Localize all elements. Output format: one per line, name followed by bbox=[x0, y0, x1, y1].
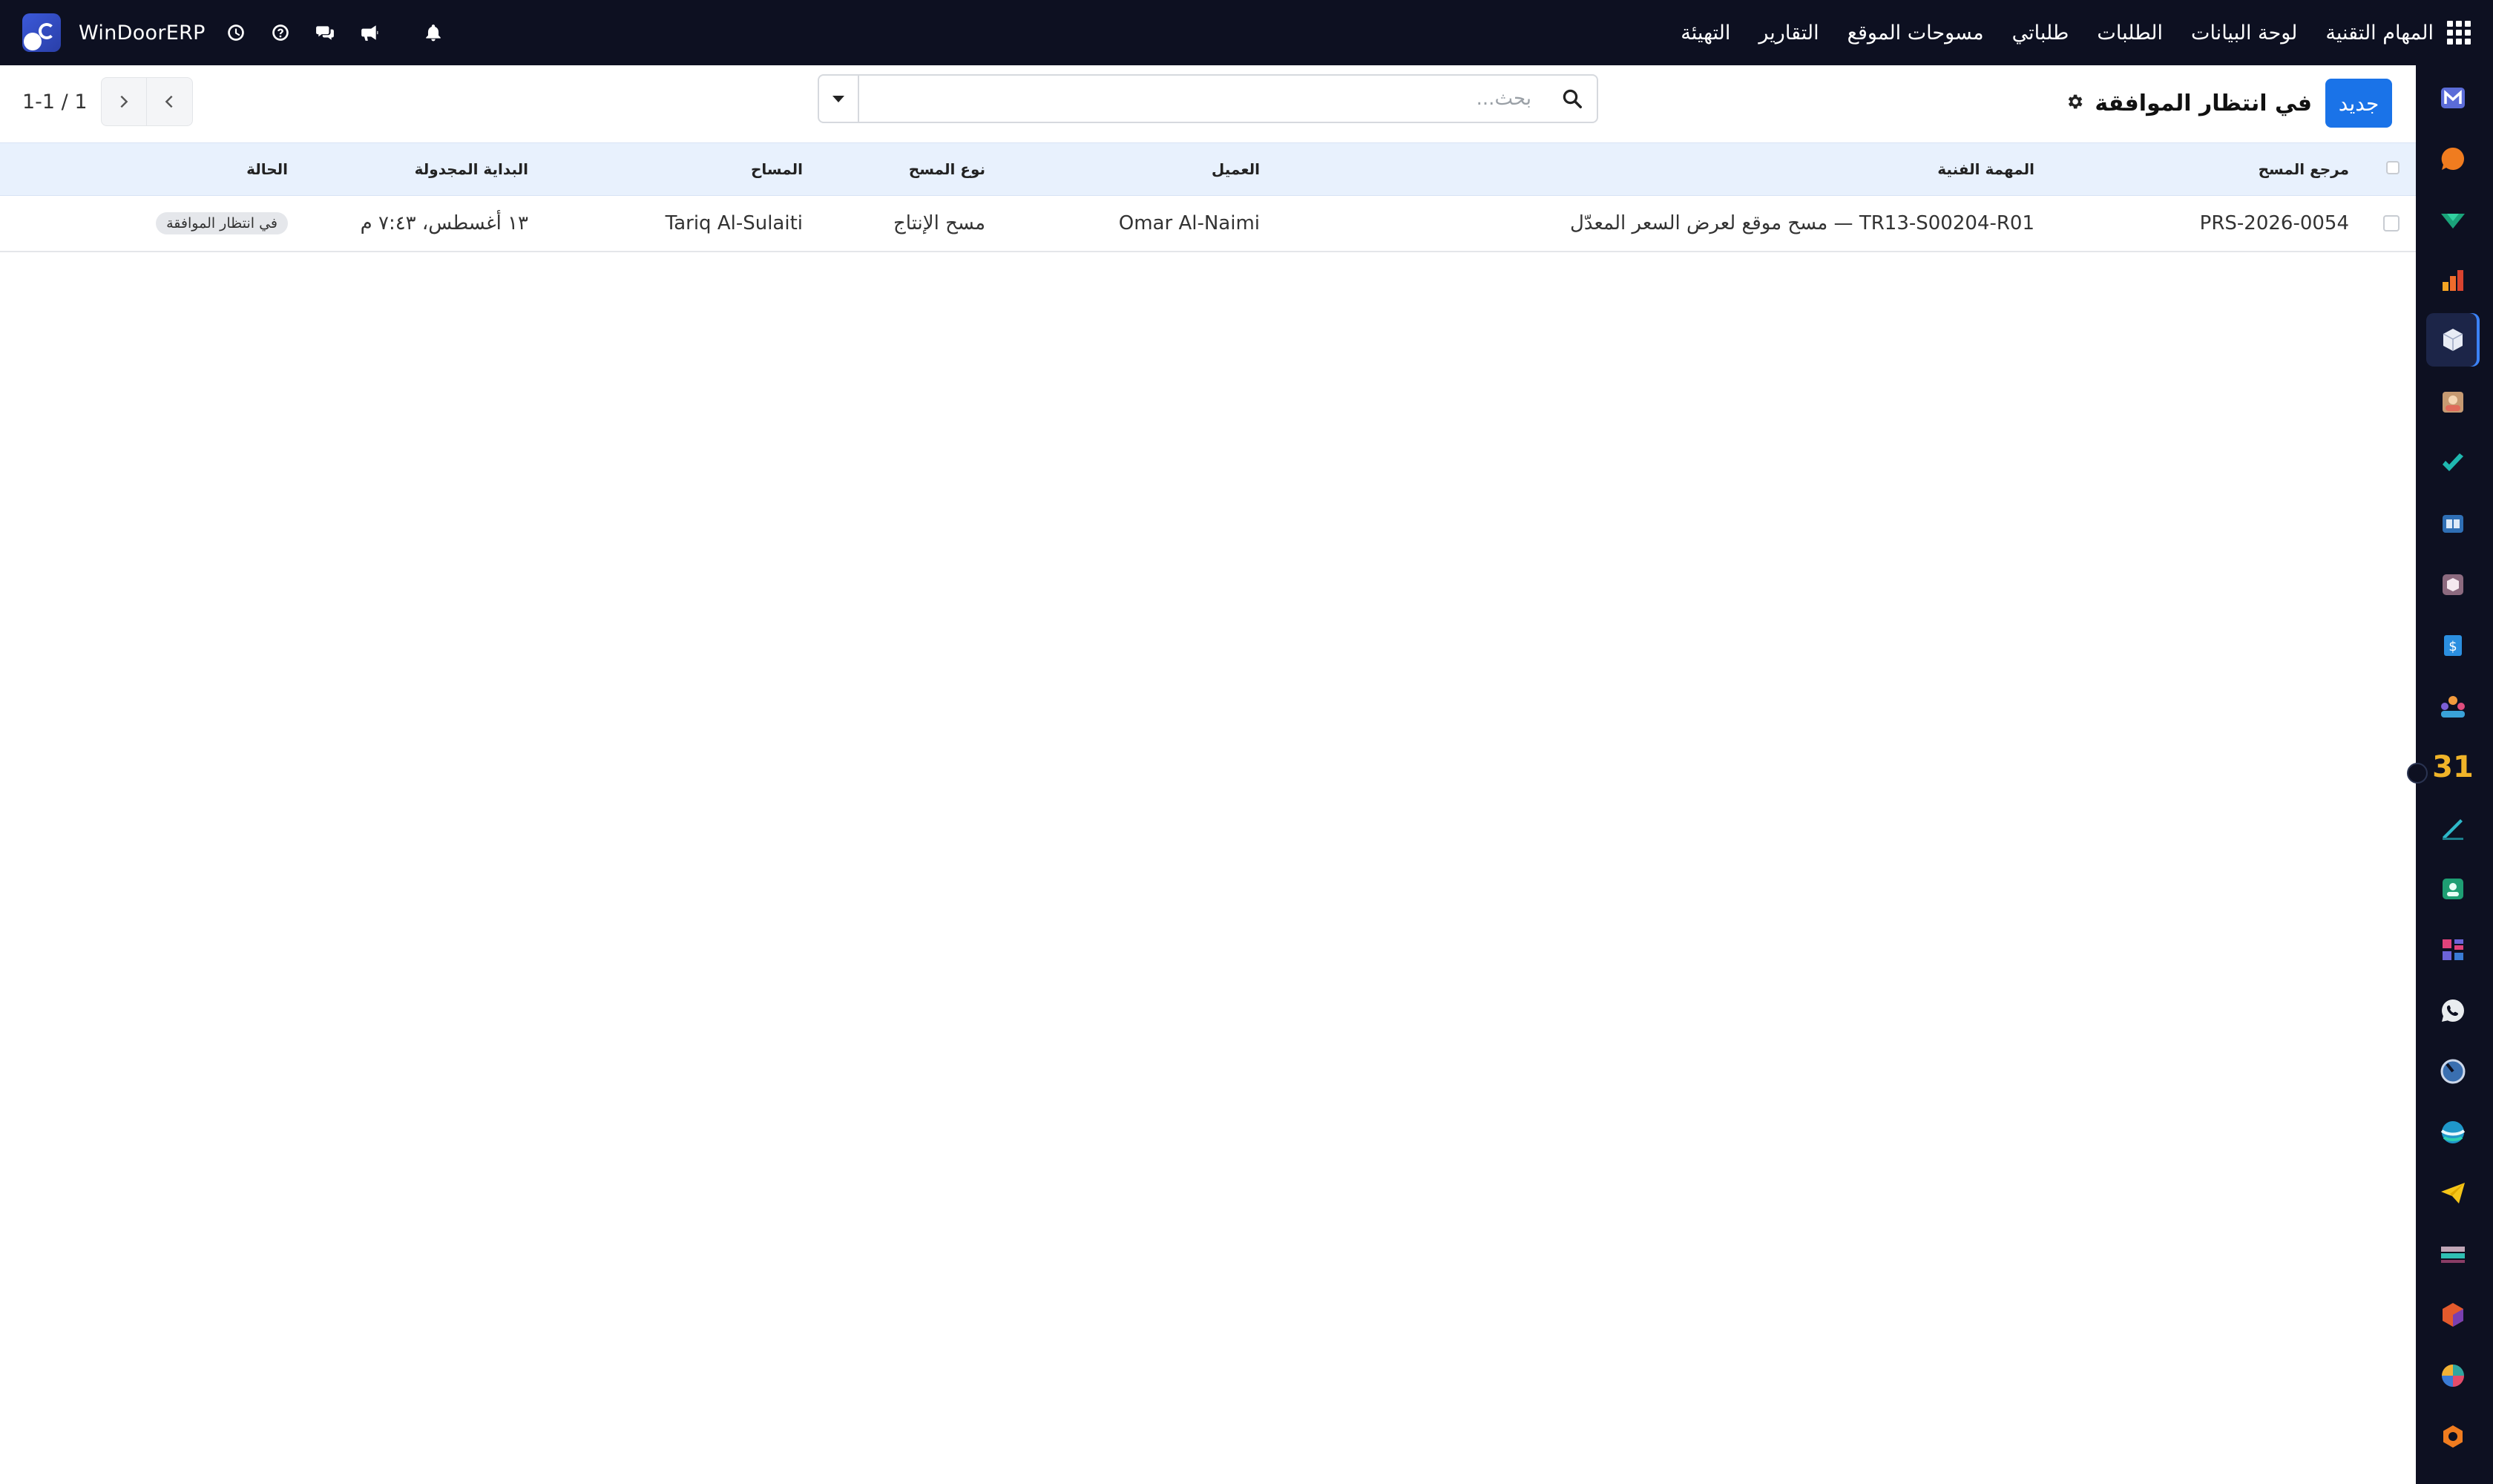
sidebar-collapse-handle[interactable] bbox=[2407, 763, 2428, 784]
navbar-left: WinDoorERP bbox=[22, 0, 444, 65]
app-sidebar: $ 31 bbox=[2407, 65, 2493, 1484]
caret-down-icon bbox=[832, 95, 844, 102]
menu-reports[interactable]: التقارير bbox=[1758, 22, 1819, 45]
column-header-customer[interactable]: العميل bbox=[1212, 143, 1260, 195]
column-header-status[interactable]: الحالة bbox=[246, 143, 288, 195]
pager-next-button[interactable] bbox=[100, 77, 147, 126]
cell-scheduled-start: ١٣ أغسطس، ٧:٤٣ م bbox=[360, 212, 528, 234]
chevron-left-icon bbox=[165, 95, 173, 108]
new-button[interactable]: جديد bbox=[2325, 79, 2392, 128]
menu-configuration[interactable]: التهيئة bbox=[1681, 22, 1730, 45]
search-icon[interactable] bbox=[1561, 88, 1583, 110]
contacts-app-icon[interactable] bbox=[2426, 375, 2480, 429]
dashboard-app-icon[interactable] bbox=[2426, 254, 2480, 307]
menu-orders[interactable]: الطلبات bbox=[2097, 22, 2163, 45]
logo-dot-shape bbox=[24, 33, 42, 50]
cell-survey-type: مسح الإنتاج bbox=[893, 212, 985, 234]
cell-status: في انتظار الموافقة bbox=[156, 196, 288, 251]
mail-app-icon[interactable] bbox=[2426, 71, 2480, 125]
todo-app-icon[interactable] bbox=[2426, 436, 2480, 490]
company-name[interactable]: WinDoorERP bbox=[79, 22, 206, 45]
product-app-icon[interactable] bbox=[2426, 558, 2480, 611]
whatsapp-app-icon[interactable] bbox=[2426, 984, 2480, 1037]
status-badge: في انتظار الموافقة bbox=[156, 212, 288, 234]
apps-grid-icon[interactable] bbox=[2447, 21, 2471, 45]
discuss-app-icon[interactable] bbox=[2426, 132, 2480, 186]
employees-app-icon[interactable] bbox=[2426, 680, 2480, 733]
breadcrumb: في انتظار الموافقة bbox=[2065, 85, 2312, 122]
column-header-surveyor[interactable]: المساح bbox=[751, 143, 803, 195]
column-header-scheduled-start[interactable]: البداية المجدولة bbox=[415, 143, 528, 195]
menu-dashboard[interactable]: لوحة البيانات bbox=[2191, 22, 2297, 45]
email-marketing-app-icon[interactable] bbox=[2426, 1166, 2480, 1220]
knowledge-app-icon[interactable] bbox=[2426, 497, 2480, 551]
pos-app-icon[interactable] bbox=[2426, 1349, 2480, 1402]
control-panel: جديد في انتظار الموافقة 1-1 / 1 bbox=[0, 65, 2416, 142]
calendar-app-icon[interactable]: 31 bbox=[2426, 741, 2480, 794]
megaphone-icon[interactable] bbox=[358, 22, 381, 44]
search-bar bbox=[818, 74, 1598, 123]
menu-my-orders[interactable]: طلباتي bbox=[2012, 22, 2069, 45]
cell-surveyor: Tariq Al-Sulaiti bbox=[665, 212, 803, 234]
manufacturing-app-icon[interactable] bbox=[2426, 1288, 2480, 1342]
hr-app-icon[interactable] bbox=[2426, 862, 2480, 916]
top-navbar: WinDoorERP المهام التقنية لوحة البيانات … bbox=[0, 0, 2493, 65]
gear-icon[interactable] bbox=[2065, 92, 2084, 114]
app-root: WinDoorERP المهام التقنية لوحة البيانات … bbox=[0, 0, 2493, 1484]
pager: 1-1 / 1 bbox=[22, 77, 193, 126]
settings-app-icon[interactable] bbox=[2426, 1410, 2480, 1463]
column-header-reference[interactable]: مرجع المسح bbox=[2259, 143, 2349, 195]
invoicing-app-icon[interactable]: $ bbox=[2426, 619, 2480, 672]
table-row[interactable]: PRS-2026-0054 TR13-S00204-R01 — مسح موقع… bbox=[0, 196, 2416, 252]
table-header: مرجع المسح المهمة الفنية العميل نوع المس… bbox=[0, 142, 2416, 196]
systray bbox=[225, 22, 444, 44]
chevron-right-icon bbox=[120, 95, 128, 108]
bell-icon[interactable] bbox=[422, 22, 444, 44]
svg-text:$: $ bbox=[2448, 639, 2457, 654]
search-input[interactable] bbox=[864, 80, 1531, 117]
calendar-31-glyph: 31 bbox=[2432, 750, 2474, 784]
sign-app-icon[interactable] bbox=[2426, 801, 2480, 855]
menu-technical-tasks[interactable]: المهام التقنية bbox=[2325, 22, 2434, 45]
company-logo[interactable] bbox=[22, 13, 61, 52]
chat-icon[interactable] bbox=[314, 22, 336, 44]
clock-icon[interactable] bbox=[225, 22, 247, 44]
project-app-icon[interactable] bbox=[2426, 193, 2480, 246]
cell-reference: PRS-2026-0054 bbox=[2199, 212, 2349, 234]
documents-app-icon[interactable] bbox=[2426, 923, 2480, 976]
help-icon[interactable] bbox=[269, 22, 292, 44]
row-checkbox[interactable] bbox=[2383, 215, 2400, 232]
pager-value[interactable]: 1-1 / 1 bbox=[22, 91, 88, 114]
menu-site-surveys[interactable]: مسوحات الموقع bbox=[1847, 22, 1984, 45]
inventory-app-icon[interactable] bbox=[2426, 313, 2480, 367]
column-header-task[interactable]: المهمة الفنية bbox=[1937, 143, 2034, 195]
timesheet-app-icon[interactable] bbox=[2426, 1045, 2480, 1098]
website-app-icon[interactable] bbox=[2426, 1106, 2480, 1159]
cell-customer: Omar Al-Naimi bbox=[1118, 212, 1260, 234]
list-view: مرجع المسح المهمة الفنية العميل نوع المس… bbox=[0, 142, 2416, 252]
logo-ring-shape bbox=[39, 23, 55, 39]
pager-previous-button[interactable] bbox=[146, 77, 193, 126]
navbar-menu: المهام التقنية لوحة البيانات الطلبات طلب… bbox=[1681, 0, 2471, 65]
cell-task: TR13-S00204-R01 — مسح موقع لعرض السعر ال… bbox=[1569, 212, 2034, 234]
accounting-app-icon[interactable] bbox=[2426, 1227, 2480, 1281]
page-title: في انتظار الموافقة bbox=[2095, 90, 2312, 116]
search-options-toggle[interactable] bbox=[819, 76, 859, 122]
select-all-checkbox[interactable] bbox=[2386, 161, 2400, 174]
column-header-survey-type[interactable]: نوع المسح bbox=[909, 143, 985, 195]
